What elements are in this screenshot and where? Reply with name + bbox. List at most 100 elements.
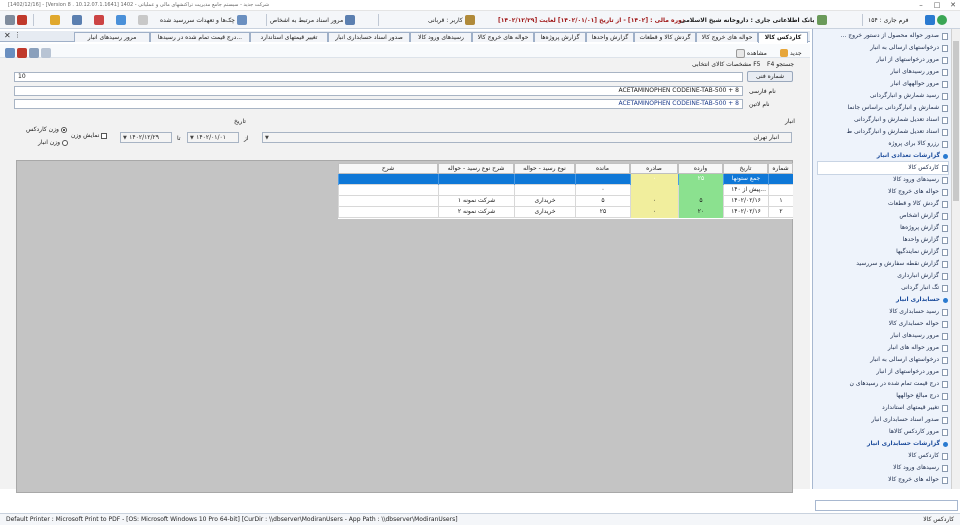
close-tab-icon[interactable]: ✕ [4, 31, 12, 41]
table-cell[interactable]: ۵ [678, 196, 723, 207]
grid-header-3[interactable]: صادره [630, 163, 678, 174]
tab-4[interactable]: گزارش پروژه‌ها [534, 32, 586, 42]
sidebar-item[interactable]: مرور رسیدهای انبار [818, 66, 948, 78]
grid-header-7[interactable]: شرح [338, 163, 438, 174]
table-cell[interactable]: ۱۴۰۲/۰۲/۱۶ [723, 196, 768, 207]
sidebar-item[interactable]: صدور حواله محصول از دستور خروج ... [818, 30, 948, 42]
sidebar-item[interactable]: تگ انبار گردانی [818, 282, 948, 294]
user-indicator[interactable]: کاربر : قربانی [428, 14, 475, 26]
latin-name-input[interactable]: ACETAMINOPHEN CODEINE-TAB-500 + 8 [14, 99, 743, 109]
sidebar-item[interactable]: گزارش انبارداری [818, 270, 948, 282]
sidebar-item[interactable]: اسناد تعدیل شمارش و انبارگردانی ط [818, 126, 948, 138]
weight-warehouse-option[interactable]: وزن انبار [38, 139, 68, 146]
grid-header-6[interactable]: شرح نوع رسید - حواله [438, 163, 514, 174]
sidebar-item[interactable]: کاردکس کالا [817, 161, 949, 175]
tab-8[interactable]: تغییر قیمتهای استاندارد [250, 32, 328, 42]
sidebar-item[interactable]: مرور درخواستهای از انبار [818, 366, 948, 378]
lock-icon[interactable] [50, 15, 60, 25]
table-cell[interactable]: پیش از ۱۴۰... [723, 185, 768, 196]
online-icon[interactable] [937, 15, 947, 25]
mail-icon[interactable] [72, 15, 82, 25]
table-cell[interactable] [630, 185, 678, 196]
sidebar-item[interactable]: گردش کالا و قطعات [818, 198, 948, 210]
table-cell[interactable]: ۰ [630, 196, 678, 207]
tab-5[interactable]: حواله های خروج کالا [472, 32, 534, 42]
sidebar-item[interactable]: گزارش پروژه‌ها [818, 222, 948, 234]
export-icon[interactable] [17, 48, 27, 58]
table-cell[interactable]: ۰ [630, 207, 678, 218]
warehouse-select[interactable]: انبار تهران ▼ [262, 132, 792, 143]
table-cell[interactable]: ۲۰ [678, 207, 723, 218]
table-cell[interactable]: شرکت نمونه ۲ [438, 207, 514, 218]
tab-1[interactable]: حواله های خروج کالا [696, 32, 758, 42]
blank-icon[interactable] [138, 15, 148, 25]
sidebar-item[interactable]: صدور اسناد حسابداری انبار [818, 414, 948, 426]
persian-name-input[interactable]: ACETAMINOPHEN CODEINE-TAB-500 + 8 [14, 86, 743, 96]
db-indicator[interactable]: بانک اطلاعاتی جاری : داروخانه شیخ الاسلا… [680, 14, 827, 26]
table-cell[interactable]: خریداری [514, 196, 575, 207]
tab-10[interactable]: مرور رسیدهای انبار [74, 32, 150, 42]
table-cell[interactable]: ۵ [575, 196, 630, 207]
grid-header-1[interactable]: تاریخ [723, 163, 768, 174]
print-icon[interactable] [29, 48, 39, 58]
table-cell[interactable] [338, 185, 438, 196]
maximize-button[interactable]: □ [930, 0, 944, 10]
tab-3[interactable]: گزارش واحدها [586, 32, 634, 42]
table-cell[interactable]: خریداری [514, 207, 575, 218]
grid-header-2[interactable]: وارده [678, 163, 723, 174]
sidebar-item[interactable]: مرور حوالههای انبار [818, 78, 948, 90]
sidebar-item[interactable]: رسید شمارش و انبارگردانی [818, 90, 948, 102]
tab-7[interactable]: صدور اسناد حسابداری انبار [328, 32, 410, 42]
close-window-button[interactable]: ✕ [946, 0, 960, 10]
table-cell[interactable]: شرکت نمونه ۱ [438, 196, 514, 207]
table-cell[interactable] [768, 174, 793, 185]
sidebar-item[interactable]: درج قیمت تمام شده در رسیدهای ن [818, 378, 948, 390]
exit-icon[interactable] [5, 15, 15, 25]
sidebar-item[interactable]: گزارش نمایندگیها [818, 246, 948, 258]
sidebar-item[interactable]: مرور کاردکس کالاها [818, 426, 948, 438]
sidebar-group[interactable]: گزارشات تعدادی انبار [818, 150, 948, 162]
table-cell[interactable] [768, 185, 793, 196]
sidebar-item[interactable]: حواله های خروج کالا [818, 186, 948, 198]
show-weight-option[interactable]: نمایش وزن [71, 132, 108, 139]
chat-icon[interactable] [94, 15, 104, 25]
table-cell[interactable] [575, 174, 630, 185]
sidebar-item[interactable]: رسید حسابداری کالا [818, 306, 948, 318]
table-cell[interactable]: ۲۵ [678, 174, 723, 185]
tab-9[interactable]: درج قیمت تمام شده در رسیدها... [150, 32, 250, 42]
table-cell[interactable]: ۱۴۰۲/۰۲/۱۶ [723, 207, 768, 218]
table-cell[interactable]: ۰ [575, 185, 630, 196]
tab-0[interactable]: کاردکس کالا [758, 32, 808, 43]
grid-header-0[interactable]: شماره [768, 163, 793, 174]
table-cell[interactable] [438, 174, 514, 185]
table-cell[interactable] [338, 207, 438, 218]
table-cell[interactable]: ۱ [768, 196, 793, 207]
table-cell[interactable]: ۰ [630, 174, 678, 185]
sidebar-item[interactable]: اسناد تعدیل شمارش و انبارگردانی [818, 114, 948, 126]
table-cell[interactable]: ۲۵ [575, 207, 630, 218]
sidebar-search-input[interactable] [815, 500, 958, 511]
table-cell[interactable] [514, 174, 575, 185]
minimize-button[interactable]: – [914, 0, 928, 10]
sidebar-item[interactable]: درخواستهای ارسالی به انبار [818, 354, 948, 366]
sidebar-item[interactable]: رسیدهای ورود کالا [818, 462, 948, 474]
app-icon[interactable] [925, 15, 935, 25]
table-cell[interactable] [338, 196, 438, 207]
sidebar-group[interactable]: گزارشات حسابداری انبار [818, 438, 948, 450]
sidebar-item[interactable]: درج مبالغ حوالهها [818, 390, 948, 402]
tab-6[interactable]: رسیدهای ورود کالا [410, 32, 472, 42]
sidebar-item[interactable]: رسیدهای ورود کالا [818, 174, 948, 186]
sidebar-item[interactable]: حواله های خروج کالا [818, 474, 948, 486]
sidebar-item[interactable]: رزرو کالا برای پروژه [818, 138, 948, 150]
report-icon[interactable] [5, 48, 15, 58]
sidebar-item[interactable]: حواله حسابداری کالا [818, 318, 948, 330]
table-cell[interactable]: جمع ستونها [723, 174, 768, 185]
grid-header-4[interactable]: مانده [575, 163, 630, 174]
weight-cardex-option[interactable]: وزن کاردکس [26, 126, 67, 133]
sidebar-item[interactable]: گزارش اشخاص [818, 210, 948, 222]
table-row[interactable]: پیش از ۱۴۰... ۰ [338, 185, 793, 196]
tab-2[interactable]: گردش کالا و قطعات [634, 32, 696, 42]
date-to-select[interactable]: ۱۴۰۲/۱۲/۲۹ ▼ [120, 132, 172, 143]
sidebar-item[interactable]: کاردکس کالا [818, 450, 948, 462]
zoom-icon[interactable] [41, 48, 51, 58]
